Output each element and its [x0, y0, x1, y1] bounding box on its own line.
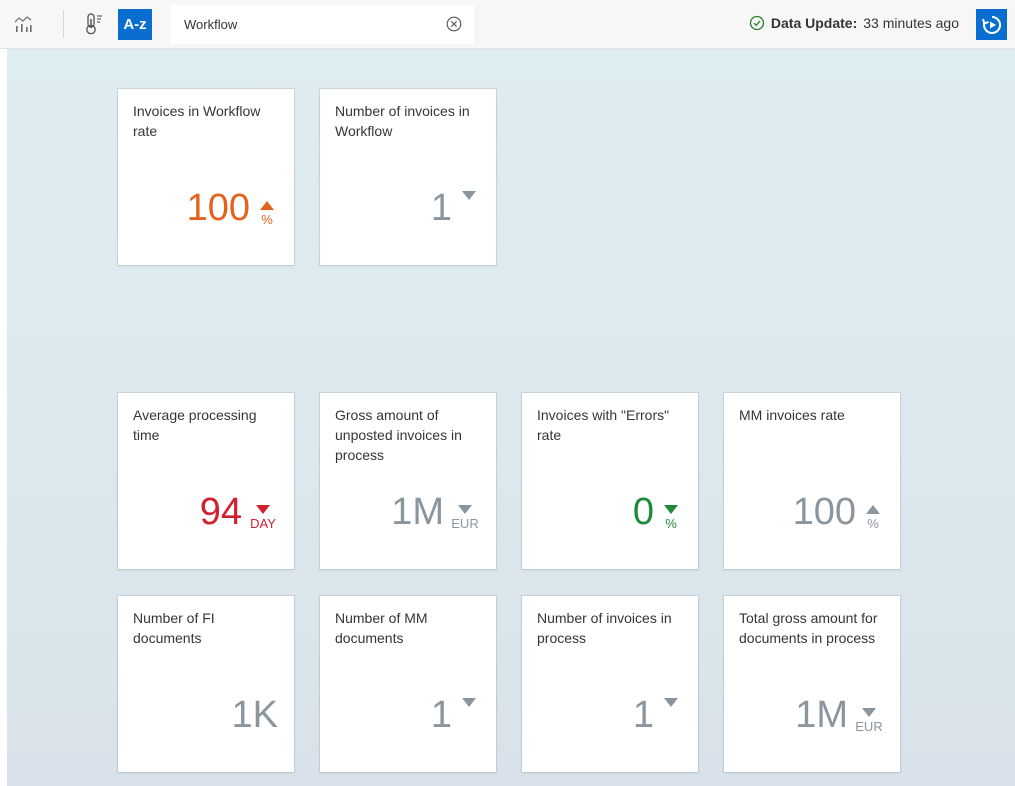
- tile-title: MM invoices rate: [739, 407, 845, 423]
- kpi-tile[interactable]: Number of invoices in process 1: [522, 596, 698, 772]
- kpi-value: 1K: [231, 694, 278, 736]
- kpi-value: 0: [632, 491, 654, 533]
- trend-down-icon: [458, 505, 472, 514]
- toolbar-divider: [63, 10, 64, 38]
- tile-title: Number of invoices in Workflow: [335, 103, 470, 139]
- toolbar: A-z Workflow Data Update: 33 minutes ago: [0, 0, 1015, 49]
- kpi-tile[interactable]: MM invoices rate 100 %: [724, 393, 900, 569]
- tile-title: Number of invoices in process: [537, 610, 672, 646]
- kpi-tile[interactable]: Number of MM documents 1: [320, 596, 496, 772]
- search-field[interactable]: Workflow: [170, 5, 474, 44]
- kpi-tile[interactable]: Number of invoices in Workflow 1: [320, 89, 496, 265]
- chart-view-icon[interactable]: [10, 10, 38, 38]
- trend-down-icon: [664, 505, 678, 514]
- kpi-value: 1: [430, 694, 452, 736]
- kpi-block: 1: [633, 696, 682, 734]
- kpi-unit: DAY: [250, 516, 276, 531]
- kpi-value: 94: [199, 491, 242, 533]
- trend-down-icon: [862, 708, 876, 717]
- kpi-value: 1M: [391, 491, 444, 533]
- kpi-block: 1: [431, 189, 480, 227]
- kpi-unit: %: [261, 212, 273, 227]
- tile-title: Average processing time: [133, 407, 257, 443]
- refresh-play-icon: [981, 15, 1001, 34]
- trend-up-icon: [260, 201, 274, 210]
- thermometer-sort-icon[interactable]: [80, 10, 108, 38]
- tile-title: Total gross amount for documents in proc…: [739, 610, 878, 646]
- kpi-value: 1: [430, 187, 452, 229]
- kpi-tile[interactable]: Number of FI documents 1K: [118, 596, 294, 772]
- kpi-block: 0 %: [633, 493, 682, 531]
- trend-down-icon: [256, 505, 270, 514]
- search-input-value[interactable]: Workflow: [184, 17, 237, 32]
- kpi-block: 1K: [232, 696, 278, 734]
- tile-title: Gross amount of unposted invoices in pro…: [335, 407, 462, 463]
- kpi-block: 1: [431, 696, 480, 734]
- kpi-tile[interactable]: Invoices in Workflow rate 100 %: [118, 89, 294, 265]
- trend-up-icon: [866, 505, 880, 514]
- kpi-unit: %: [665, 516, 677, 531]
- refresh-button[interactable]: [976, 9, 1007, 40]
- kpi-tile[interactable]: Average processing time 94 DAY: [118, 393, 294, 569]
- tile-title: Number of FI documents: [133, 610, 215, 646]
- kpi-block: 100 %: [793, 493, 884, 531]
- kpi-block: 100 %: [187, 189, 278, 227]
- tile-title: Invoices with "Errors" rate: [537, 407, 670, 443]
- tile-title: Number of MM documents: [335, 610, 428, 646]
- data-update-time: 33 minutes ago: [863, 15, 959, 31]
- data-update-label: Data Update:: [770, 15, 858, 31]
- kpi-tile[interactable]: Gross amount of unposted invoices in pro…: [320, 393, 496, 569]
- kpi-block: 94 DAY: [200, 493, 278, 531]
- kpi-block: 1M EUR: [391, 493, 480, 531]
- kpi-value: 100: [186, 187, 250, 229]
- tile-area: Invoices in Workflow rate 100 % Number o…: [7, 49, 1015, 786]
- data-update-status: Data Update: 33 minutes ago: [749, 15, 959, 31]
- kpi-value: 1: [632, 694, 654, 736]
- checkmark-circle-icon: [749, 15, 765, 31]
- kpi-unit: %: [867, 516, 879, 531]
- kpi-tile[interactable]: Total gross amount for documents in proc…: [724, 596, 900, 772]
- trend-down-icon: [462, 191, 476, 200]
- kpi-value: 100: [792, 491, 856, 533]
- kpi-value: 1M: [795, 694, 848, 736]
- kpi-unit: EUR: [855, 719, 883, 734]
- alphabetical-sort-button[interactable]: A-z: [118, 9, 152, 40]
- tile-title: Invoices in Workflow rate: [133, 103, 261, 139]
- kpi-tile[interactable]: Invoices with "Errors" rate 0 %: [522, 393, 698, 569]
- kpi-unit: EUR: [451, 516, 479, 531]
- trend-down-icon: [664, 698, 678, 707]
- kpi-block: 1M EUR: [795, 696, 884, 734]
- clear-icon[interactable]: [446, 16, 462, 32]
- trend-down-icon: [462, 698, 476, 707]
